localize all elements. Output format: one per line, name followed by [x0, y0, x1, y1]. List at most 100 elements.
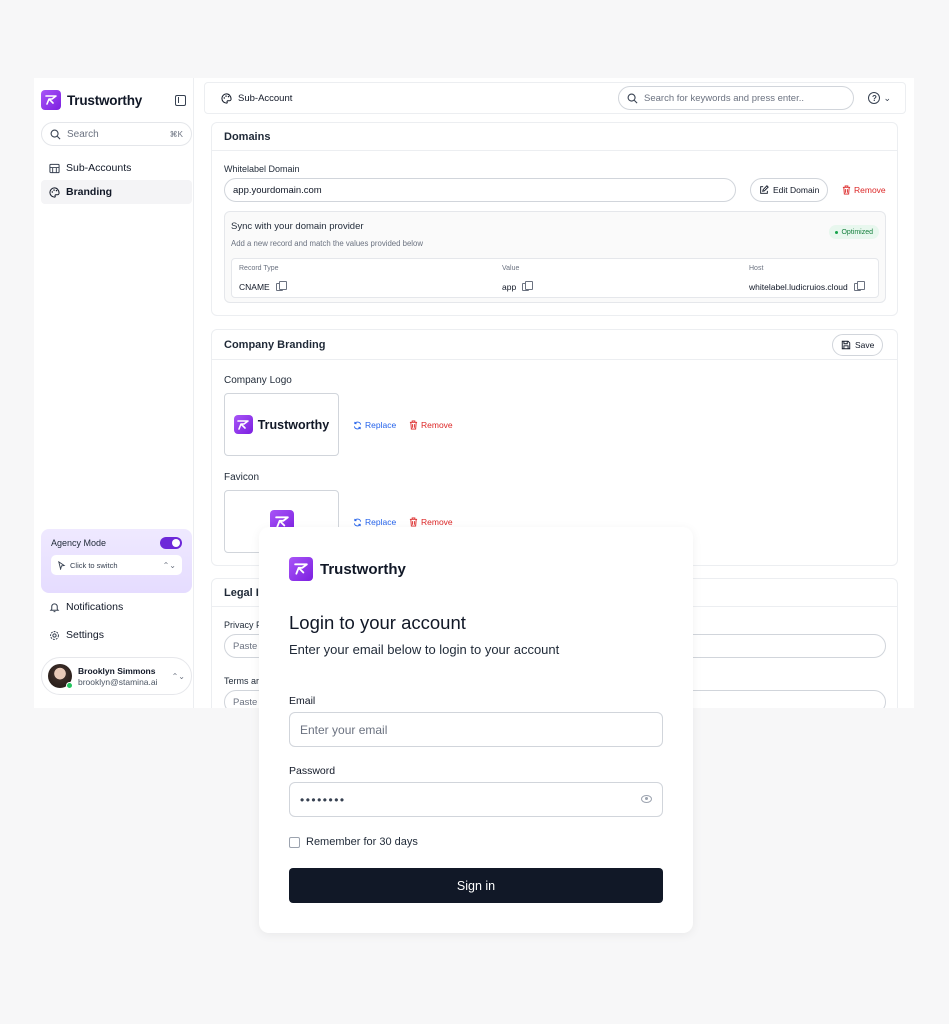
email-field[interactable]: Enter your email: [289, 712, 663, 747]
sync-subtitle: Add a new record and match the values pr…: [231, 239, 424, 248]
column-header: Value: [502, 265, 520, 272]
replace-favicon-button[interactable]: Replace: [353, 517, 396, 527]
replace-label: Replace: [365, 517, 397, 527]
help-menu[interactable]: ? ⌄: [868, 92, 891, 104]
chevron-down-icon: ⌄: [883, 92, 891, 103]
refresh-icon: [353, 518, 362, 526]
sidebar-item-label: Settings: [66, 629, 104, 641]
domains-title: Domains: [212, 123, 897, 151]
search-icon: [627, 93, 638, 103]
edit-icon: [760, 185, 769, 194]
breadcrumb[interactable]: Sub-Account: [221, 93, 292, 104]
password-field[interactable]: ••••••••: [289, 782, 663, 817]
building-icon: [49, 163, 60, 173]
save-icon: [841, 340, 851, 350]
online-status-dot: [66, 682, 73, 689]
login-card: Trustworthy Login to your account Enter …: [259, 527, 693, 933]
chevron-up-down-icon: ⌃⌄: [162, 560, 176, 570]
brand-name: Trustworthy: [67, 92, 143, 108]
sidebar: Trustworthy Search ⌘K Sub-Accounts Brand…: [34, 78, 194, 708]
agency-mode-label: Agency Mode: [51, 538, 107, 548]
agency-mode-panel: Agency Mode Click to switch ⌃⌄: [41, 529, 192, 593]
remove-label: Remove: [421, 517, 453, 527]
terms-label: Terms ar: [224, 676, 260, 686]
table-cell: whitelabel.ludicruios.cloud: [749, 281, 865, 292]
agency-switch-label: Click to switch: [70, 560, 118, 570]
edit-domain-button[interactable]: Edit Domain: [750, 178, 829, 202]
column-header: Record Type: [239, 265, 279, 272]
brand-logo-icon: [41, 90, 61, 110]
remember-checkbox[interactable]: [289, 836, 300, 848]
record-value: app: [502, 282, 517, 292]
trash-icon: [842, 185, 851, 195]
replace-logo-button[interactable]: Replace: [353, 420, 396, 430]
save-label: Save: [855, 340, 875, 350]
terms-placeholder: Paste: [233, 696, 258, 708]
remember-label: Remember for 30 days: [306, 836, 418, 848]
company-logo-label: Company Logo: [224, 375, 292, 386]
search-shortcut: ⌘K: [169, 129, 183, 139]
trash-icon: [409, 420, 418, 430]
remove-domain-button[interactable]: Remove: [842, 185, 886, 195]
user-email: brooklyn@stamina.ai: [78, 676, 158, 687]
sidebar-item-label: Sub-Accounts: [66, 162, 132, 174]
whitelabel-domain-input[interactable]: app.yourdomain.com: [224, 178, 736, 202]
privacy-policy-label: Privacy P: [224, 620, 263, 630]
save-button[interactable]: Save: [832, 334, 884, 356]
gear-icon: [50, 630, 59, 640]
user-menu[interactable]: Brooklyn Simmons brooklyn@stamina.ai ⌃⌄: [41, 657, 192, 695]
sidebar-item-notifications[interactable]: Notifications: [41, 595, 192, 619]
sidebar-item-label: Branding: [66, 186, 113, 198]
login-title: Login to your account: [289, 612, 466, 633]
copy-icon[interactable]: [853, 281, 865, 291]
privacy-policy-placeholder: Paste: [233, 640, 258, 652]
company-logo-preview: Trustworthy: [224, 393, 339, 456]
company-branding-title: Company Branding: [224, 338, 326, 351]
global-search-input[interactable]: Search for keywords and press enter..: [618, 86, 854, 110]
remove-favicon-button[interactable]: Remove: [409, 517, 453, 527]
sidebar-collapse-icon[interactable]: [175, 95, 186, 106]
eye-icon[interactable]: [641, 795, 652, 803]
remove-logo-button[interactable]: Remove: [409, 420, 453, 430]
company-branding-header: Company Branding: [212, 330, 897, 360]
status-badge: Optimized: [829, 225, 879, 239]
remember-option[interactable]: Remember for 30 days: [289, 836, 418, 848]
table-cell: app: [502, 281, 534, 292]
copy-icon[interactable]: [275, 281, 287, 291]
sidebar-item-settings[interactable]: Settings: [41, 623, 192, 647]
login-subtitle: Enter your email below to login to your …: [289, 642, 560, 657]
record-host-value: whitelabel.ludicruios.cloud: [749, 282, 848, 292]
brand-logo-icon: [233, 415, 253, 434]
brand[interactable]: Trustworthy: [41, 90, 142, 110]
trash-icon: [409, 517, 418, 527]
login-brand: Trustworthy: [289, 557, 406, 581]
replace-label: Replace: [365, 420, 397, 430]
remove-domain-label: Remove: [854, 185, 886, 195]
agency-switch-button[interactable]: Click to switch ⌃⌄: [51, 555, 182, 575]
remove-label: Remove: [421, 420, 453, 430]
sign-in-button[interactable]: Sign in: [289, 868, 663, 903]
avatar: [48, 664, 73, 689]
record-type-value: CNAME: [239, 282, 270, 292]
agency-mode-toggle[interactable]: [160, 537, 182, 549]
copy-icon[interactable]: [522, 281, 534, 291]
login-brand-name: Trustworthy: [320, 560, 406, 578]
sidebar-item-label: Notifications: [66, 601, 124, 613]
sidebar-item-branding[interactable]: Branding: [41, 180, 192, 204]
search-icon: [50, 129, 61, 139]
topbar: Sub-Account Search for keywords and pres…: [204, 82, 906, 114]
dns-record-table: Record Type Value Host CNAME app whitela…: [231, 258, 879, 298]
pointer-icon: [58, 560, 66, 570]
email-label: Email: [289, 695, 316, 707]
brand-logo-icon: [289, 557, 313, 581]
favicon-label: Favicon: [224, 472, 260, 483]
sidebar-item-sub-accounts[interactable]: Sub-Accounts: [41, 156, 192, 180]
whitelabel-domain-value: app.yourdomain.com: [233, 184, 322, 196]
sidebar-search-placeholder: Search: [67, 128, 99, 140]
global-search-placeholder: Search for keywords and press enter..: [644, 92, 804, 104]
breadcrumb-label: Sub-Account: [238, 92, 293, 104]
sidebar-search-input[interactable]: Search ⌘K: [41, 122, 192, 146]
password-label: Password: [289, 765, 336, 777]
chevron-up-down-icon: ⌃⌄: [171, 671, 185, 681]
edit-domain-label: Edit Domain: [773, 185, 820, 195]
